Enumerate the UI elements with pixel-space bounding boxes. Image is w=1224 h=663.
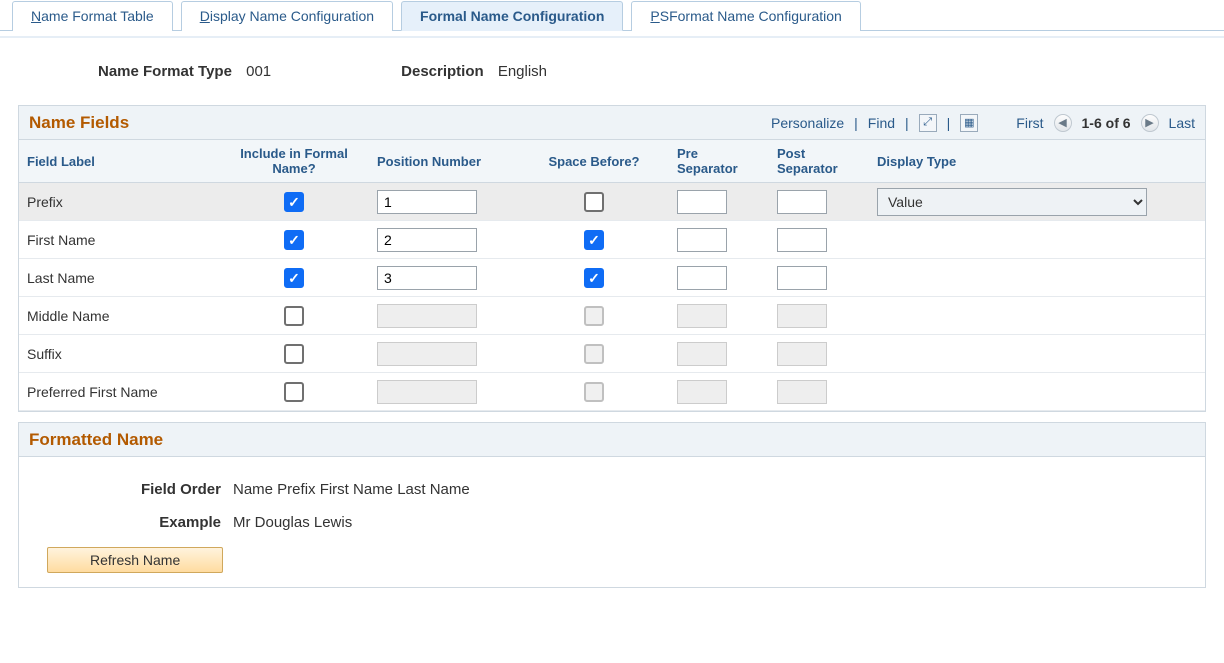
col-include: Include in Formal Name? [219,140,369,182]
col-field-label: Field Label [19,148,219,175]
pre-separator-input [677,380,727,404]
name-fields-title: Name Fields [29,113,129,133]
example-value: Mr Douglas Lewis [233,514,352,531]
formatted-name-panel: Formatted Name Field Order Name Prefix F… [18,422,1206,588]
include-checkbox[interactable] [284,306,304,326]
post-separator-input [777,304,827,328]
position-input [377,380,477,404]
table-row: Suffix [19,335,1205,373]
space-before-checkbox[interactable] [584,230,604,250]
pre-separator-input [677,304,727,328]
space-before-checkbox[interactable] [584,192,604,212]
include-checkbox[interactable] [284,344,304,364]
include-checkbox[interactable] [284,382,304,402]
position-input [377,304,477,328]
post-separator-input[interactable] [777,190,827,214]
pre-separator-input[interactable] [677,266,727,290]
tab-name-format-table[interactable]: Name Format Table [12,1,173,31]
tab-formal-name-configuration[interactable]: Formal Name Configuration [401,1,623,31]
field-order-label: Field Order [33,481,233,498]
col-disp: Display Type [869,148,1169,175]
space-before-checkbox[interactable] [584,268,604,288]
description-value: English [498,63,547,80]
display-type-select[interactable]: Value [877,188,1147,216]
space-before-checkbox [584,382,604,402]
tab-strip: Name Format Table Display Name Configurat… [0,0,1224,31]
name-fields-panel: Name Fields Personalize | Find | ⤢ | ▦ F… [18,105,1206,412]
post-separator-input[interactable] [777,266,827,290]
example-label: Example [33,514,233,531]
download-icon[interactable]: ▦ [960,114,978,132]
grid-header: Field Label Include in Formal Name? Posi… [19,140,1205,183]
tab-psformat-name-configuration[interactable]: PSFormat Name Configuration [631,1,860,31]
include-checkbox[interactable] [284,268,304,288]
col-position: Position Number [369,148,519,175]
header-info: Name Format Type 001 Description English [98,63,1206,80]
personalize-link[interactable]: Personalize [771,115,844,131]
description-label: Description [401,63,484,80]
pre-separator-input[interactable] [677,190,727,214]
prev-icon[interactable]: ◀ [1054,114,1072,132]
position-input[interactable] [377,266,477,290]
refresh-name-button[interactable]: Refresh Name [47,547,223,573]
col-post: Post Separator [769,140,869,182]
field-label: Middle Name [19,304,219,328]
divider [0,36,1224,38]
position-input[interactable] [377,228,477,252]
include-checkbox[interactable] [284,192,304,212]
format-type-label: Name Format Type [98,63,232,80]
include-checkbox[interactable] [284,230,304,250]
field-label: Suffix [19,342,219,366]
table-row: Prefix Value [19,183,1205,221]
field-label: First Name [19,228,219,252]
post-separator-input[interactable] [777,228,827,252]
row-range: 1-6 of 6 [1082,115,1131,131]
pre-separator-input[interactable] [677,228,727,252]
formatted-title: Formatted Name [29,430,163,450]
field-order-value: Name Prefix First Name Last Name [233,481,470,498]
field-label: Preferred First Name [19,380,219,404]
field-label: Last Name [19,266,219,290]
field-label: Prefix [19,190,219,214]
position-input [377,342,477,366]
space-before-checkbox [584,306,604,326]
position-input[interactable] [377,190,477,214]
table-row: Preferred First Name [19,373,1205,411]
table-row: First Name [19,221,1205,259]
table-row: Last Name [19,259,1205,297]
col-pre: Pre Separator [669,140,769,182]
col-space: Space Before? [519,148,669,175]
last-label[interactable]: Last [1169,115,1195,131]
post-separator-input [777,342,827,366]
first-label[interactable]: First [1016,115,1043,131]
table-row: Middle Name [19,297,1205,335]
space-before-checkbox [584,344,604,364]
find-link[interactable]: Find [868,115,895,131]
format-type-value: 001 [246,63,271,80]
zoom-icon[interactable]: ⤢ [919,114,937,132]
tab-display-name-configuration[interactable]: Display Name Configuration [181,1,393,31]
next-icon[interactable]: ▶ [1141,114,1159,132]
post-separator-input [777,380,827,404]
pre-separator-input [677,342,727,366]
